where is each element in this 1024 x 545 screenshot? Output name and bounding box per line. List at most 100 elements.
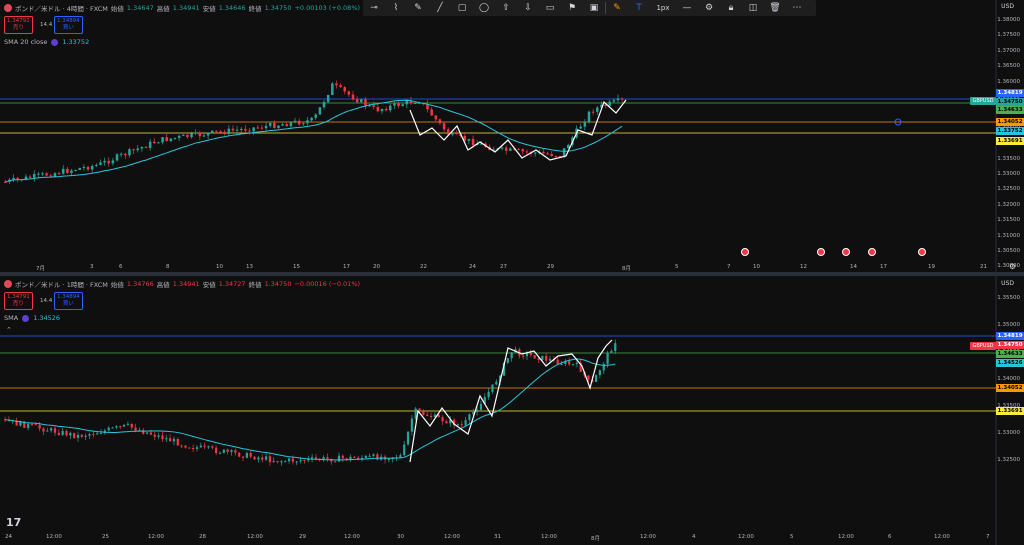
indicator-settings-icon[interactable] xyxy=(22,314,30,322)
candle xyxy=(111,427,114,429)
more-icon[interactable]: ⋯ xyxy=(786,0,808,16)
candle xyxy=(468,414,471,421)
note-icon[interactable]: ▭ xyxy=(539,0,561,16)
candle xyxy=(413,102,417,104)
candle xyxy=(199,445,202,448)
zigzag-line[interactable] xyxy=(409,99,627,161)
arrow-up-icon[interactable]: ⇧ xyxy=(495,0,517,16)
line-icon[interactable]: ╱ xyxy=(429,0,451,16)
economic-event-icon[interactable] xyxy=(842,248,850,256)
time-tick: 13 xyxy=(246,264,253,270)
price-tag: 1.33752 xyxy=(996,127,1024,135)
price-tick: 1.36000 xyxy=(997,78,1020,85)
rectangle-icon[interactable]: ▢ xyxy=(451,0,473,16)
candle xyxy=(471,138,475,146)
horizontal-ray-icon[interactable]: ⊸ xyxy=(363,0,385,16)
time-tick: 5 xyxy=(675,264,679,270)
economic-event-icon[interactable] xyxy=(741,248,749,256)
time-tick: 8月 xyxy=(622,266,631,272)
candle xyxy=(41,173,44,175)
time-tick: 29 xyxy=(299,534,306,540)
candle xyxy=(80,434,83,437)
candle xyxy=(238,452,241,457)
indicator-settings-icon[interactable] xyxy=(51,38,59,46)
candle xyxy=(211,446,214,448)
candle xyxy=(144,146,148,148)
candle xyxy=(223,131,226,134)
candle xyxy=(364,99,367,106)
candle xyxy=(169,438,172,442)
candle xyxy=(268,122,272,126)
candle xyxy=(230,450,233,452)
candle xyxy=(429,415,433,418)
sell-button[interactable]: 1.34791 売り xyxy=(4,292,33,310)
hide-icon[interactable]: ◫ xyxy=(742,0,764,16)
candle xyxy=(222,449,225,453)
economic-event-icon[interactable] xyxy=(868,248,876,256)
candle xyxy=(195,447,199,449)
sma-legend[interactable]: SMA 1.34526 xyxy=(4,314,60,322)
pen-icon[interactable]: ✎ xyxy=(407,0,429,16)
sma-legend[interactable]: SMA 20 close 1.33752 xyxy=(4,38,89,46)
candle xyxy=(84,435,87,437)
candle xyxy=(153,141,156,144)
economic-event-icon[interactable] xyxy=(817,248,825,256)
candle xyxy=(353,456,356,458)
candle xyxy=(273,122,276,129)
candle xyxy=(157,435,160,437)
lock-icon[interactable]: 🔒︎ xyxy=(720,0,742,16)
candle xyxy=(177,135,181,138)
candle xyxy=(426,414,429,416)
collapse-chevron-icon[interactable]: ⌃ xyxy=(6,326,12,334)
candle xyxy=(331,83,334,95)
candle xyxy=(45,173,48,176)
economic-event-icon[interactable] xyxy=(918,248,926,256)
buy-button[interactable]: 1.34894 買い xyxy=(54,16,83,34)
symbol-title[interactable]: ポンド／米ドル · 4時間 · FXCM xyxy=(15,3,108,13)
sma-line[interactable] xyxy=(4,358,616,461)
currency-label[interactable]: USD xyxy=(1001,3,1014,10)
candle xyxy=(145,432,149,434)
settings-icon[interactable]: ⚙ xyxy=(698,0,720,16)
axis-settings-icon[interactable]: ⚙ xyxy=(1009,262,1016,271)
sma-line[interactable] xyxy=(5,99,623,183)
price-tick: 1.37500 xyxy=(997,32,1020,39)
chart-pane-1h[interactable]: ポンド／米ドル · 1時間 · FXCM 始値 1.34766 高値 1.34941… xyxy=(0,276,1024,545)
currency-label[interactable]: USD xyxy=(1001,280,1014,287)
candle xyxy=(594,375,598,382)
arrow-down-icon[interactable]: ⇩ xyxy=(517,0,539,16)
palette-icon[interactable]: ✎ xyxy=(606,0,628,16)
buy-button[interactable]: 1.34894 買い xyxy=(54,292,83,310)
flag-icon[interactable]: ⚑ xyxy=(561,0,583,16)
open-value: 1.34766 xyxy=(126,280,154,288)
candle xyxy=(295,461,298,463)
tradingview-logo[interactable]: 17 xyxy=(6,516,21,529)
text-color-icon[interactable]: T xyxy=(628,0,650,16)
candle xyxy=(148,141,152,148)
price-tick: 1.33000 xyxy=(997,171,1020,177)
line-width-selector[interactable]: 1px xyxy=(650,0,676,16)
trash-icon[interactable]: 🗑︎ xyxy=(764,0,786,16)
candle xyxy=(430,109,433,116)
image-icon[interactable]: ▣ xyxy=(583,0,605,16)
price-chart-1h[interactable] xyxy=(0,276,1024,545)
close-label: 終値 xyxy=(248,5,262,13)
chart-pane-4h[interactable]: ポンド／米ドル · 4時間 · FXCM 始値 1.34647 高値 1.34941… xyxy=(0,0,1024,285)
line-style-icon[interactable]: — xyxy=(676,0,698,16)
price-chart-4h[interactable] xyxy=(0,0,1024,272)
path-icon[interactable]: ⌇ xyxy=(385,0,407,16)
candle xyxy=(326,94,330,102)
price-tag: 1.33691 xyxy=(996,407,1024,415)
symbol-title[interactable]: ポンド／米ドル · 1時間 · FXCM xyxy=(15,279,108,289)
candle xyxy=(16,177,19,180)
candle xyxy=(226,449,229,452)
high-value: 1.34941 xyxy=(172,4,200,12)
time-tick: 12:00 xyxy=(344,534,360,540)
sell-label: 売り xyxy=(12,25,24,31)
price-tag: 1.34526 xyxy=(996,359,1024,367)
circle-icon[interactable]: ◯ xyxy=(473,0,495,16)
candle xyxy=(261,457,264,460)
candle xyxy=(165,438,168,440)
sell-button[interactable]: 1.34791 売り xyxy=(4,16,33,34)
candle xyxy=(616,98,620,101)
